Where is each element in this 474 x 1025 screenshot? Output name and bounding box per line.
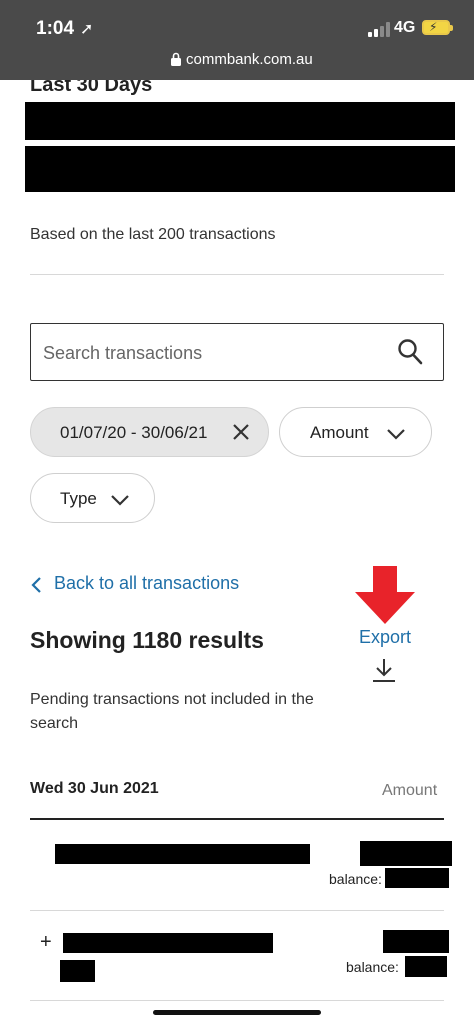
header-divider — [30, 818, 444, 820]
results-count: Showing 1180 results — [30, 627, 264, 653]
red-down-arrow-annotation — [355, 566, 415, 624]
amount-filter-chip[interactable]: Amount — [279, 407, 432, 457]
back-link-label: Back to all transactions — [54, 573, 240, 593]
type-filter-chip[interactable]: Type — [30, 473, 155, 523]
amount-column-header: Amount — [382, 782, 438, 799]
network-type: 4G — [394, 19, 416, 36]
cellular-signal-icon — [368, 21, 392, 37]
transaction-date-header: Wed 30 Jun 2021 — [30, 780, 159, 797]
close-icon[interactable] — [232, 423, 250, 441]
date-range-label: 01/07/20 - 30/06/21 — [60, 423, 208, 442]
download-icon[interactable] — [372, 657, 396, 683]
address-bar-url[interactable]: commbank.com.au — [186, 51, 313, 68]
export-button[interactable]: Export — [359, 627, 411, 648]
redacted-description — [55, 844, 310, 864]
location-arrow-icon: ➚ — [80, 21, 94, 38]
balance-label: balance: — [346, 959, 399, 975]
search-field[interactable]: Search transactions — [30, 323, 444, 381]
battery-charging-icon: ⚡ — [422, 20, 453, 35]
clock-time: 1:04 — [36, 18, 75, 39]
redacted-detail — [60, 960, 95, 982]
row-divider — [30, 1000, 444, 1001]
status-bar: 1:04 ➚ 4G ⚡ commbank.com.au — [0, 0, 474, 80]
redacted-balance — [385, 868, 449, 888]
divider — [30, 274, 444, 275]
chevron-left-icon — [31, 577, 41, 593]
redacted-amount — [383, 930, 449, 953]
based-on-note: Based on the last 200 transactions — [30, 226, 276, 243]
chevron-down-icon — [387, 429, 405, 440]
period-title: Last 30 Days — [30, 80, 153, 96]
lock-icon — [171, 52, 181, 66]
row-divider — [30, 910, 444, 911]
chevron-down-icon — [111, 495, 129, 506]
home-indicator[interactable] — [153, 1010, 321, 1015]
redacted-description — [63, 933, 273, 953]
search-icon[interactable] — [397, 338, 423, 366]
balance-label: balance: — [329, 871, 382, 887]
redacted-balance — [405, 956, 447, 977]
pending-note: Pending transactions not included in the… — [30, 691, 314, 732]
credit-sign: + — [40, 931, 52, 953]
redacted-block — [25, 146, 455, 192]
date-range-filter-chip[interactable]: 01/07/20 - 30/06/21 — [30, 407, 269, 457]
redacted-amount — [360, 841, 452, 866]
redacted-block — [25, 102, 455, 140]
type-filter-label: Type — [60, 489, 97, 508]
search-input[interactable]: Search transactions — [43, 343, 202, 364]
transactions-page: Last 30 Days Based on the last 200 trans… — [0, 80, 474, 1025]
amount-filter-label: Amount — [310, 423, 369, 442]
